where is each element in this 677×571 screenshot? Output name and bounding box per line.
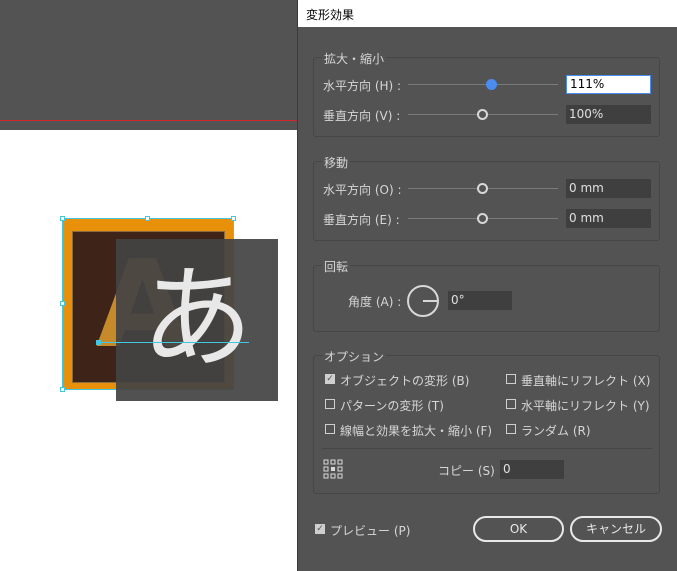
transform-preview-char: あ [141,254,253,384]
reflect-horizontal-checkbox[interactable] [506,399,516,409]
scale-vertical-slider-thumb[interactable] [477,109,488,120]
transform-patterns-label: パターンの変形 (T) [340,399,444,413]
pasteboard [0,0,297,130]
angle-dial-icon[interactable] [406,284,440,318]
rotate-angle-label: 角度 (A) : [348,295,402,309]
options-divider [322,448,652,449]
move-vertical-label: 垂直方向 (E) : [323,213,400,227]
move-group [313,161,660,241]
transform-effect-dialog: 変形効果 拡大・縮小 水平方向 (H) : 111% 垂直方向 (V) : 10… [297,0,677,571]
dialog-title: 変形効果 [306,8,355,22]
reference-point-icon[interactable] [323,459,343,479]
rotate-group-title: 回転 [322,258,351,275]
rotate-angle-input[interactable]: 0° [448,291,512,310]
transform-objects-checkbox[interactable]: ✓ [325,374,335,384]
move-group-title: 移動 [322,154,351,171]
move-horizontal-slider-thumb[interactable] [477,183,488,194]
scale-horizontal-input[interactable]: 111% [566,75,651,94]
reflect-horizontal-label: 水平軸にリフレクト (Y) [521,399,650,413]
copies-label: コピー (S) [438,464,495,478]
move-vertical-input[interactable]: 0 mm [566,209,651,228]
scale-group-title: 拡大・縮小 [322,50,387,67]
copies-input[interactable]: 0 [500,460,564,479]
selection-handle-bl[interactable] [60,387,65,392]
selection-handle-tl[interactable] [60,216,65,221]
scale-strokes-checkbox[interactable] [325,424,335,434]
move-vertical-slider-thumb[interactable] [477,213,488,224]
dialog-titlebar[interactable]: 変形効果 [298,0,677,27]
random-checkbox[interactable] [506,424,516,434]
selection-handle-ml[interactable] [60,301,65,306]
bleed-guide [0,120,297,121]
move-horizontal-input[interactable]: 0 mm [566,179,651,198]
selection-handle-tr[interactable] [231,216,236,221]
reflect-vertical-checkbox[interactable] [506,374,516,384]
scale-vertical-input[interactable]: 100% [566,105,651,124]
preview-checkbox[interactable]: ✓ [315,524,325,534]
scale-group [313,57,660,137]
selection-center-point [96,340,101,345]
preview-label: プレビュー (P) [330,524,411,538]
scale-horizontal-label: 水平方向 (H) : [323,79,402,93]
artboard-canvas[interactable]: A あ [0,0,297,571]
scale-horizontal-track[interactable] [408,84,558,85]
selection-center-line [99,342,249,343]
cancel-button[interactable]: キャンセル [570,516,662,542]
reflect-vertical-label: 垂直軸にリフレクト (X) [521,374,651,388]
transform-patterns-checkbox[interactable] [325,399,335,409]
move-horizontal-label: 水平方向 (O) : [323,183,402,197]
options-group-title: オプション [322,348,387,365]
scale-strokes-label: 線幅と効果を拡大・縮小 (F) [340,424,493,438]
random-label: ランダム (R) [521,424,591,438]
selection-handle-tc[interactable] [145,216,150,221]
transform-objects-label: オブジェクトの変形 (B) [340,374,470,388]
ok-button[interactable]: OK [473,516,564,542]
scale-vertical-label: 垂直方向 (V) : [323,109,401,123]
